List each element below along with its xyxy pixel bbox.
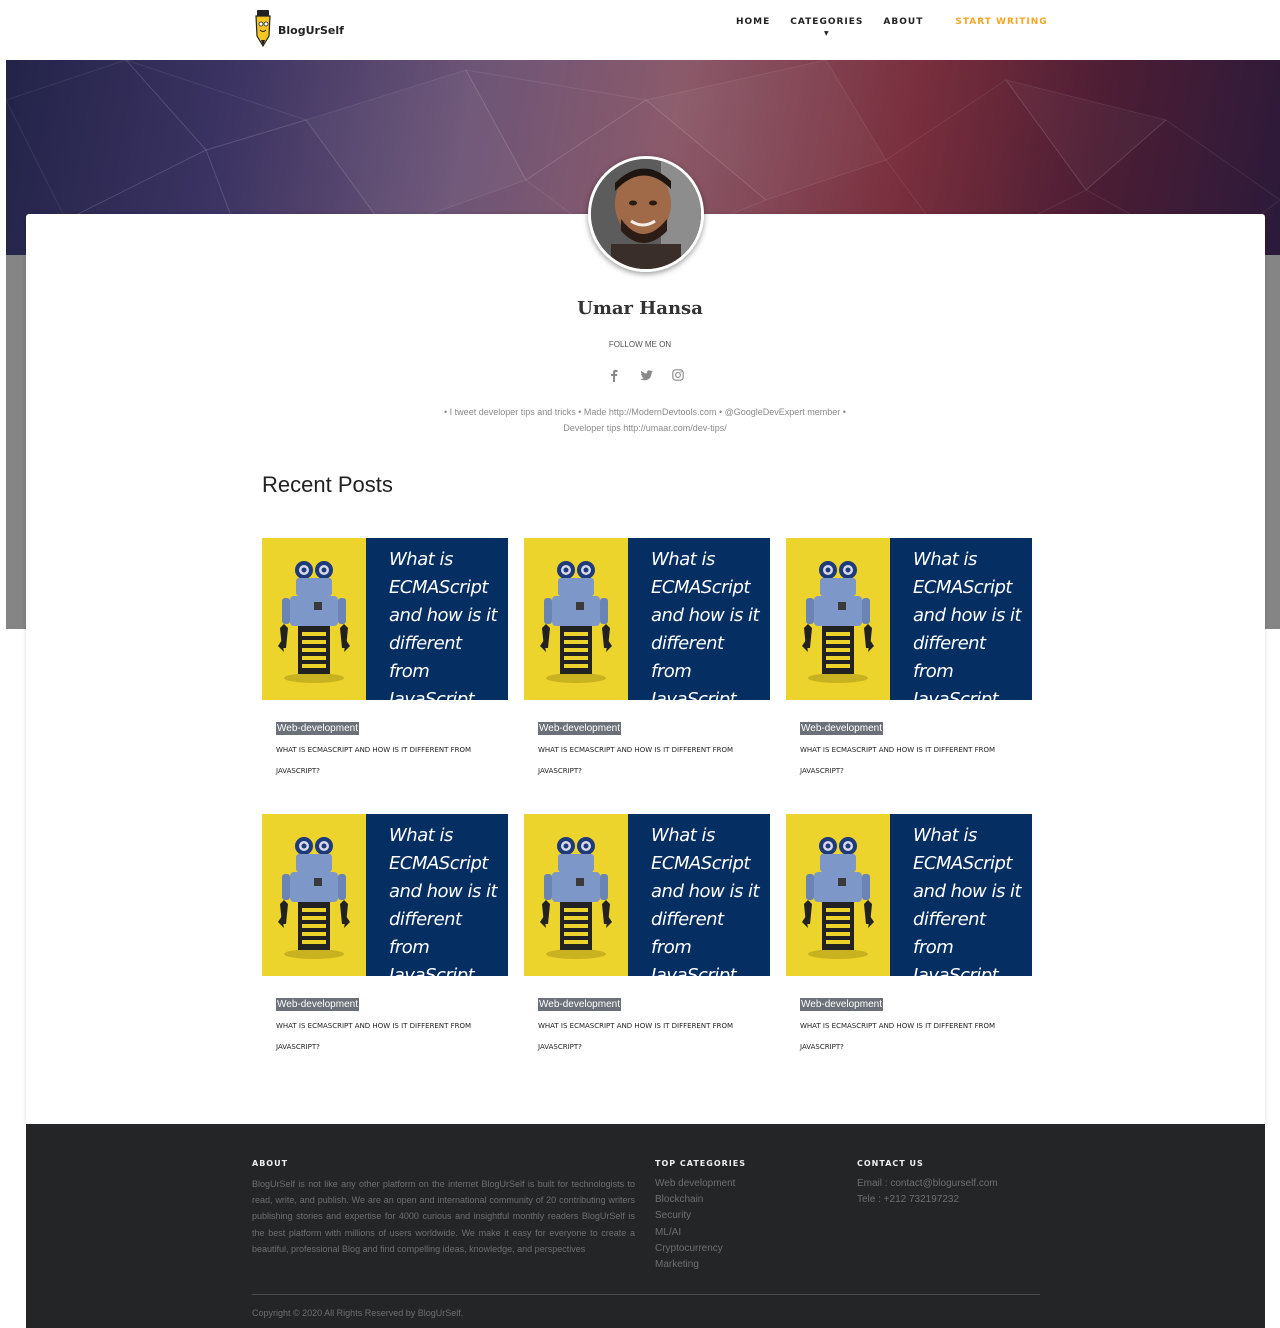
thumbnail-title: What is ECMAScript and how is it differe… — [651, 825, 760, 976]
footer-category-link[interactable]: Blockchain — [655, 1192, 735, 1208]
post-title[interactable]: WHAT IS ECMASCRIPT AND HOW IS IT DIFFERE… — [800, 1016, 1026, 1058]
footer-categories-title: TOP CATEGORIES — [655, 1159, 746, 1168]
robot-illustration — [802, 561, 874, 683]
thumbnail-title: What is ECMAScript and how is it differe… — [913, 549, 1022, 700]
category-tag[interactable]: Web-development — [276, 722, 359, 735]
pencil-logo-icon — [252, 8, 274, 48]
footer-contact-title: CONTACT US — [857, 1159, 924, 1168]
footer-divider — [252, 1294, 1040, 1295]
footer-category-link[interactable]: Web development — [655, 1176, 735, 1192]
post-card[interactable]: What is ECMAScript and how is it differe… — [524, 814, 770, 1054]
profile-bio: • I tweet developer tips and tricks • Ma… — [444, 407, 846, 433]
post-thumbnail[interactable]: What is ECMAScript and how is it differe… — [524, 538, 770, 700]
footer-category-link[interactable]: ML/AI — [655, 1225, 735, 1241]
footer-category-link[interactable]: Cryptocurrency — [655, 1241, 735, 1257]
post-thumbnail[interactable]: What is ECMAScript and how is it differe… — [524, 814, 770, 976]
avatar — [588, 156, 704, 272]
brand-logo[interactable]: BlogUrSelf — [252, 8, 344, 48]
thumbnail-robot-panel — [786, 814, 890, 976]
site-footer: ABOUT BlogUrSelf is not like any other p… — [26, 1124, 1265, 1328]
thumbnail-title: What is ECMAScript and how is it differe… — [913, 825, 1022, 976]
instagram-icon[interactable] — [670, 367, 686, 383]
facebook-icon[interactable] — [606, 367, 622, 383]
brand-name: BlogUrSelf — [278, 23, 344, 37]
thumbnail-robot-panel — [262, 814, 366, 976]
footer-copyright: Copyright © 2020 All Rights Reserved by … — [252, 1308, 464, 1318]
footer-categories-list: Web development Blockchain Security ML/A… — [655, 1176, 735, 1273]
chevron-down-icon: ▼ — [824, 30, 830, 37]
category-tag[interactable]: Web-development — [800, 722, 883, 735]
twitter-icon[interactable] — [638, 367, 654, 383]
robot-illustration — [540, 837, 612, 959]
footer-category-link[interactable]: Security — [655, 1208, 735, 1224]
post-title[interactable]: WHAT IS ECMASCRIPT AND HOW IS IT DIFFERE… — [276, 1016, 502, 1058]
footer-contact-phone[interactable]: Tele : +212 732197232 — [857, 1192, 998, 1208]
nav-categories-label: CATEGORIES — [790, 17, 864, 27]
post-card[interactable]: What is ECMAScript and how is it differe… — [262, 814, 508, 1054]
profile-name: Umar Hansa — [577, 298, 703, 319]
post-card[interactable]: What is ECMAScript and how is it differe… — [786, 814, 1032, 1054]
robot-illustration — [278, 837, 350, 959]
category-tag[interactable]: Web-development — [800, 998, 883, 1011]
footer-category-link[interactable]: Marketing — [655, 1257, 735, 1273]
thumbnail-robot-panel — [262, 538, 366, 700]
recent-posts-title: Recent Posts — [262, 472, 393, 497]
main-nav: HOME CATEGORIES ▼ ABOUT START WRITING — [736, 17, 1068, 37]
follow-me-label: FOLLOW ME ON — [608, 340, 672, 349]
thumbnail-robot-panel — [786, 538, 890, 700]
post-card[interactable]: What is ECMAScript and how is it differe… — [786, 538, 1032, 778]
social-links — [606, 367, 686, 383]
category-tag[interactable]: Web-development — [538, 998, 621, 1011]
thumbnail-title: What is ECMAScript and how is it differe… — [389, 825, 498, 976]
post-thumbnail[interactable]: What is ECMAScript and how is it differe… — [262, 814, 508, 976]
robot-illustration — [802, 837, 874, 959]
start-writing-button[interactable]: START WRITING — [955, 17, 1047, 27]
category-tag[interactable]: Web-development — [276, 998, 359, 1011]
post-title[interactable]: WHAT IS ECMASCRIPT AND HOW IS IT DIFFERE… — [800, 740, 1026, 782]
post-title[interactable]: WHAT IS ECMASCRIPT AND HOW IS IT DIFFERE… — [276, 740, 502, 782]
category-tag[interactable]: Web-development — [538, 722, 621, 735]
top-navbar: BlogUrSelf HOME CATEGORIES ▼ ABOUT START… — [0, 0, 1280, 60]
footer-contact-email[interactable]: Email : contact@blogurself.com — [857, 1176, 998, 1192]
thumbnail-title: What is ECMAScript and how is it differe… — [389, 549, 498, 700]
footer-about-text: BlogUrSelf is not like any other platfor… — [252, 1179, 635, 1254]
post-thumbnail[interactable]: What is ECMAScript and how is it differe… — [786, 814, 1032, 976]
robot-illustration — [278, 561, 350, 683]
post-thumbnail[interactable]: What is ECMAScript and how is it differe… — [262, 538, 508, 700]
nav-about[interactable]: ABOUT — [883, 17, 923, 27]
post-card[interactable]: What is ECMAScript and how is it differe… — [262, 538, 508, 778]
post-title[interactable]: WHAT IS ECMASCRIPT AND HOW IS IT DIFFERE… — [538, 740, 764, 782]
nav-categories[interactable]: CATEGORIES ▼ — [790, 17, 864, 37]
thumbnail-title: What is ECMAScript and how is it differe… — [651, 549, 760, 700]
nav-home[interactable]: HOME — [736, 17, 770, 27]
thumbnail-robot-panel — [524, 814, 628, 976]
thumbnail-robot-panel — [524, 538, 628, 700]
footer-about-title: ABOUT — [252, 1159, 289, 1168]
footer-contact-list: Email : contact@blogurself.com Tele : +2… — [857, 1176, 998, 1208]
post-title[interactable]: WHAT IS ECMASCRIPT AND HOW IS IT DIFFERE… — [538, 1016, 764, 1058]
robot-illustration — [540, 561, 612, 683]
post-card[interactable]: What is ECMAScript and how is it differe… — [524, 538, 770, 778]
post-thumbnail[interactable]: What is ECMAScript and how is it differe… — [786, 538, 1032, 700]
